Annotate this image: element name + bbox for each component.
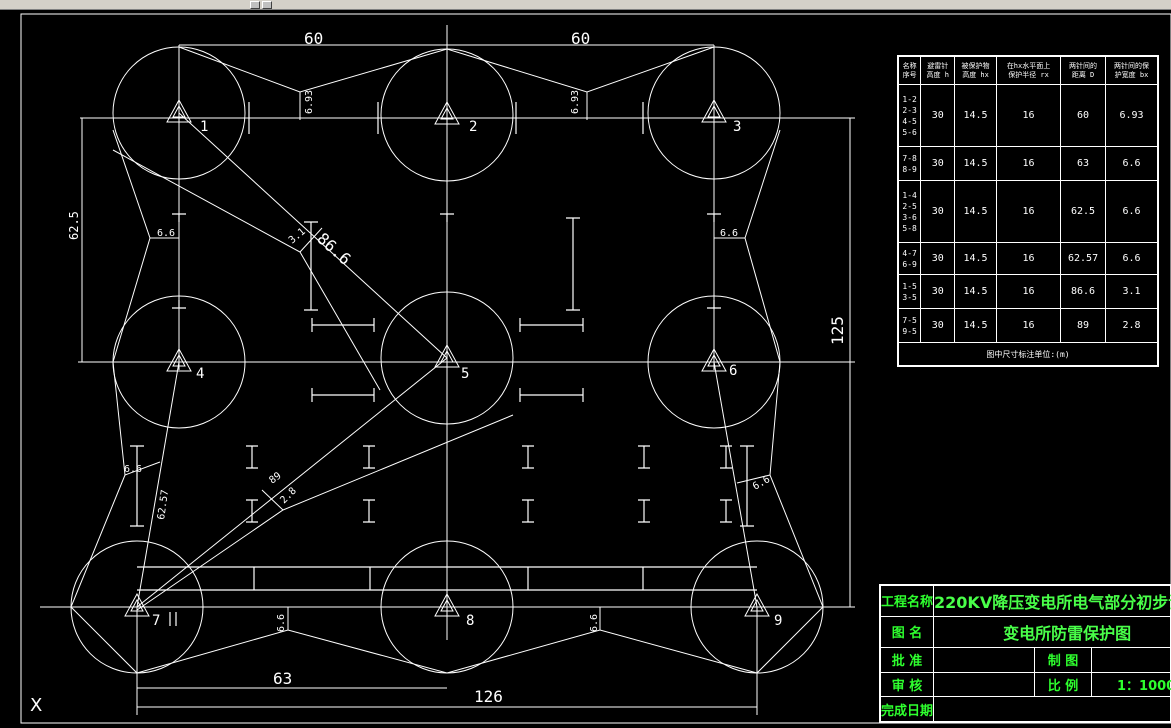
- close-button[interactable]: [262, 1, 272, 9]
- approve-label: 批 准: [879, 646, 935, 673]
- window-title-bar: [0, 0, 1171, 10]
- col-header: 名称 序号: [897, 56, 922, 85]
- dim-bottom-left: 63: [273, 669, 292, 688]
- project-label: 工程名称: [879, 585, 935, 617]
- scale-value: 1：1000: [1091, 671, 1171, 698]
- draw-value: [1091, 646, 1171, 673]
- pole-label-4: 4: [196, 366, 204, 382]
- pole-label-7: 7: [152, 613, 160, 629]
- dim-gap-57-len: 89: [267, 471, 283, 487]
- table-row: 7-5 9-5 30 14.5 16 89 2.8: [897, 308, 1158, 343]
- review-label: 审 核: [879, 671, 935, 698]
- dim-left-height: 62.5: [67, 211, 81, 240]
- spec-table: 名称 序号 避雷针 高度 h 被保护物 高度 hx 在hx水平面上 保护半径 rx 两针…: [897, 55, 1159, 367]
- review-value: [933, 671, 1036, 698]
- dim-right-height: 125: [828, 316, 847, 345]
- date-label: 完成日期: [879, 696, 935, 722]
- pole-label-8: 8: [466, 613, 474, 629]
- table-row: 7-8 8-9 30 14.5 16 63 6.6: [897, 146, 1158, 181]
- dim-gap-14: 6.6: [157, 228, 175, 239]
- col-header: 两针间的保 护宽度 bx: [1105, 56, 1158, 85]
- envelope-right: [744, 129, 824, 674]
- dim-gap-23: 6.93: [570, 90, 581, 114]
- drawing-name-label: 图 名: [879, 615, 935, 648]
- units-note: 图中尺寸标注单位:(m): [898, 342, 1158, 366]
- pole-label-6: 6: [729, 363, 737, 379]
- approve-value: [933, 646, 1036, 673]
- envelope-left: [70, 129, 151, 674]
- dim-diagonal: 86.6: [313, 229, 354, 269]
- col-header: 被保护物 高度 hx: [954, 56, 997, 85]
- dim-gap-36: 6.6: [720, 228, 738, 239]
- pole-label-3: 3: [733, 119, 741, 135]
- ucs-x-icon: X: [30, 695, 43, 716]
- date-value: [933, 696, 1171, 722]
- pole-label-5: 5: [461, 366, 469, 382]
- table-row: 4-7 6-9 30 14.5 16 62.57 6.6: [897, 242, 1158, 275]
- dim-gap-78: 6.6: [276, 614, 287, 632]
- dim-gap-47: 6.6: [124, 464, 142, 475]
- dim-gap-12: 6.93: [304, 90, 315, 114]
- dim-top-right: 60: [571, 29, 590, 48]
- table-row: 1-5 3-5 30 14.5 16 86.6 3.1: [897, 274, 1158, 309]
- dim-gap-15: 3.1: [287, 226, 308, 246]
- table-row: 1-2 2-3 4-5 5-6 30 14.5 16 60 6.93: [897, 84, 1158, 147]
- minimize-button[interactable]: [250, 1, 260, 9]
- table-row: 1-4 2-5 3-6 5-8 30 14.5 16 62.5 6.6: [897, 180, 1158, 243]
- pole-label-2: 2: [469, 119, 477, 135]
- scale-label: 比 例: [1034, 671, 1093, 698]
- title-block: 工程名称 220KV降压变电所电气部分初步设计 图 名 变电所防雷保护图 批 准…: [879, 584, 1171, 723]
- dim-len-47: 62.57: [156, 489, 171, 520]
- pole-label-9: 9: [774, 613, 782, 629]
- col-header: 两针间的 距离 D: [1060, 56, 1106, 85]
- project-name: 220KV降压变电所电气部分初步设计: [933, 585, 1171, 617]
- col-header: 在hx水平面上 保护半径 rx: [995, 56, 1062, 85]
- pole-label-1: 1: [200, 119, 208, 135]
- dim-top-left: 60: [304, 29, 323, 48]
- draw-label: 制 图: [1034, 646, 1093, 673]
- drawing-name: 变电所防雷保护图: [933, 615, 1171, 648]
- dim-gap-89: 6.6: [589, 614, 600, 632]
- dim-gap-69: 6.6: [751, 474, 772, 493]
- dim-gap-57-w: 2.8: [278, 486, 299, 507]
- col-header: 避雷针 高度 h: [920, 56, 956, 85]
- dim-bottom-total: 126: [474, 687, 503, 706]
